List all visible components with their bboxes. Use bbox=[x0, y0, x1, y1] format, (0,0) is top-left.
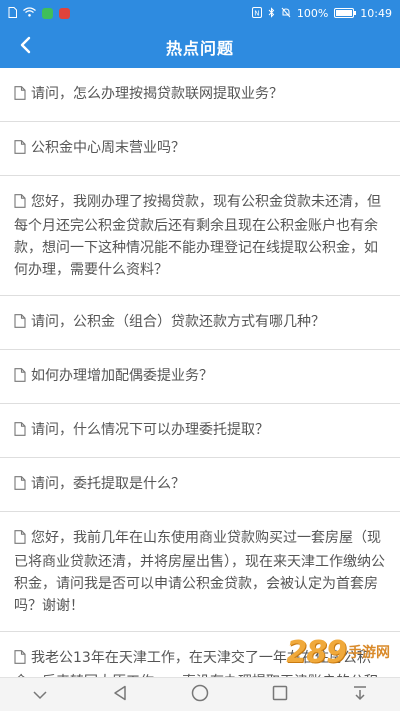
question-item[interactable]: 公积金中心周末营业吗？ bbox=[0, 122, 400, 176]
app-header: 热点问题 bbox=[0, 26, 400, 68]
status-right: N 100% 10:49 bbox=[251, 6, 392, 20]
back-button[interactable] bbox=[10, 32, 40, 62]
clock: 10:49 bbox=[360, 6, 392, 20]
document-icon bbox=[14, 421, 26, 443]
question-text: 您好，我刚办理了按揭贷款，现有公积金贷款未还清，但每个月还完公积金贷款后还有剩余… bbox=[14, 194, 381, 278]
svg-text:N: N bbox=[254, 9, 259, 17]
nfc-icon: N bbox=[251, 6, 262, 20]
app-badge-icon bbox=[59, 7, 70, 19]
question-item[interactable]: 请问，怎么办理按揭贷款联网提取业务？ bbox=[0, 68, 400, 122]
chevron-down-icon bbox=[32, 685, 48, 704]
nav-pulldown-button[interactable] bbox=[340, 680, 380, 710]
bluetooth-icon bbox=[268, 6, 275, 20]
question-item[interactable]: 请问，委托提取是什么？ bbox=[0, 458, 400, 512]
system-nav-bar bbox=[0, 677, 400, 711]
question-item[interactable]: 如何办理增加配偶委提业务？ bbox=[0, 350, 400, 404]
status-bar: N 100% 10:49 bbox=[0, 0, 400, 26]
watermark-number: 289 bbox=[286, 634, 347, 670]
question-text: 请问，什么情况下可以办理委托提取？ bbox=[31, 422, 269, 438]
nav-recents-button[interactable] bbox=[260, 680, 300, 710]
recents-square-icon bbox=[272, 685, 288, 705]
sim-icon bbox=[8, 6, 17, 20]
nav-home-button[interactable] bbox=[180, 680, 220, 710]
question-text: 请问，委托提取是什么？ bbox=[31, 476, 185, 492]
document-icon bbox=[14, 85, 26, 107]
question-text: 您好，我前几年在山东使用商业贷款购买过一套房屋（现已将商业贷款还清，并将房屋出售… bbox=[14, 530, 385, 614]
document-icon bbox=[14, 139, 26, 161]
battery-icon bbox=[334, 8, 357, 18]
document-icon bbox=[14, 313, 26, 335]
home-circle-icon bbox=[191, 684, 209, 706]
app-badge-icon bbox=[42, 7, 53, 19]
page-title: 热点问题 bbox=[165, 39, 234, 58]
question-list[interactable]: 请问，怎么办理按揭贷款联网提取业务？ 公积金中心周末营业吗？ 您好，我刚办理了按揭贷… bbox=[0, 68, 400, 677]
status-left bbox=[8, 6, 70, 20]
question-text: 请问，公积金（组合）贷款还款方式有哪几种？ bbox=[31, 314, 325, 330]
back-triangle-icon bbox=[113, 685, 127, 705]
question-text: 公积金中心周末营业吗？ bbox=[31, 140, 185, 156]
document-icon bbox=[14, 529, 26, 551]
question-text: 请问，怎么办理按揭贷款联网提取业务？ bbox=[31, 86, 283, 102]
document-icon bbox=[14, 193, 26, 215]
question-item[interactable]: 您好，我刚办理了按揭贷款，现有公积金贷款未还清，但每个月还完公积金贷款后还有剩余… bbox=[0, 176, 400, 296]
pull-down-icon bbox=[352, 685, 368, 705]
watermark-text: 手游网 bbox=[348, 645, 390, 661]
question-text: 如何办理增加配偶委提业务？ bbox=[31, 368, 213, 384]
mute-icon bbox=[281, 7, 291, 20]
battery-percent: 100% bbox=[296, 6, 329, 20]
document-icon bbox=[14, 649, 26, 671]
wifi-icon bbox=[23, 7, 36, 19]
question-item[interactable]: 请问，什么情况下可以办理委托提取？ bbox=[0, 404, 400, 458]
nav-back-button[interactable] bbox=[100, 680, 140, 710]
document-icon bbox=[14, 367, 26, 389]
nav-collapse-button[interactable] bbox=[20, 680, 60, 710]
document-icon bbox=[14, 475, 26, 497]
question-item[interactable]: 您好，我前几年在山东使用商业贷款购买过一套房屋（现已将商业贷款还清，并将房屋出售… bbox=[0, 512, 400, 632]
question-item[interactable]: 请问，公积金（组合）贷款还款方式有哪几种？ bbox=[0, 296, 400, 350]
watermark-logo: 289 手游网 bbox=[286, 632, 390, 672]
chevron-left-icon bbox=[19, 36, 31, 58]
